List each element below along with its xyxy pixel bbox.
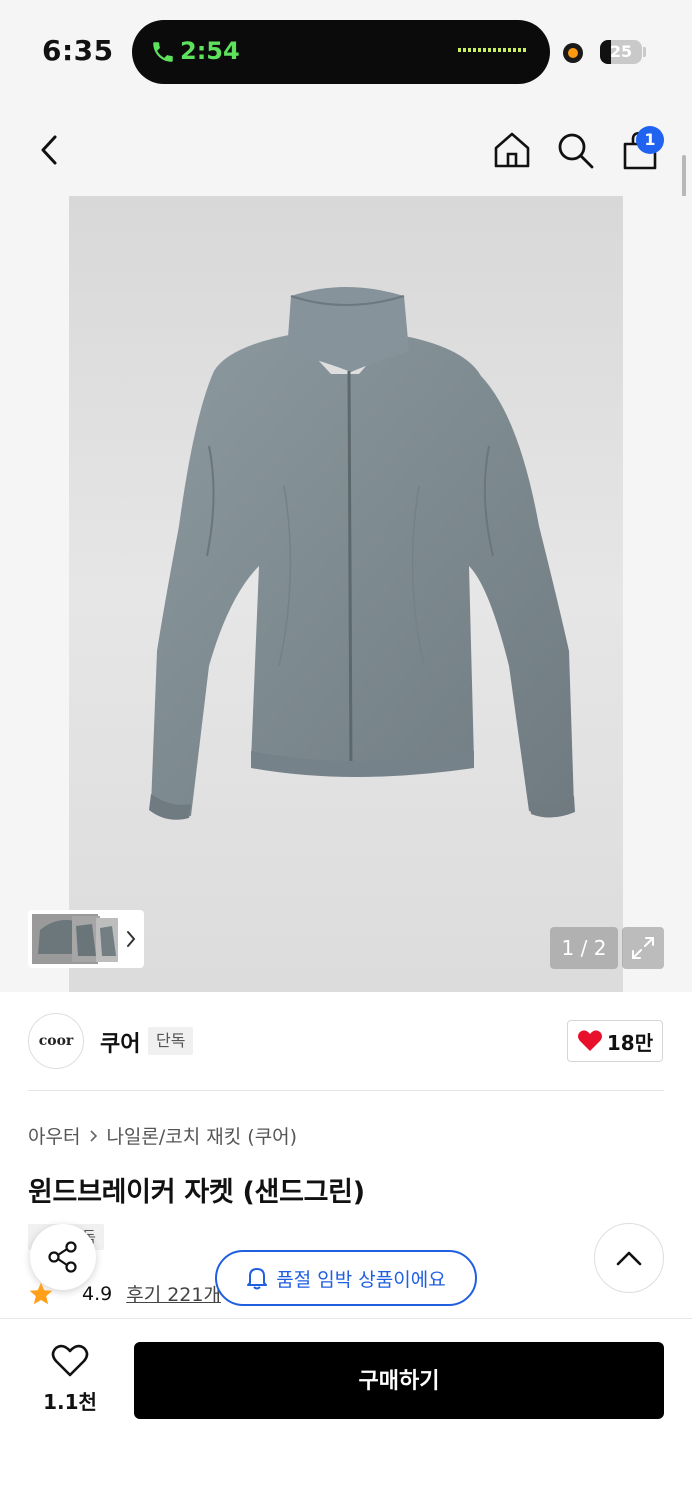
bell-icon (247, 1268, 268, 1290)
brand-name[interactable]: 쿠어 (100, 1026, 140, 1058)
product-title: 윈드브레이커 자켓 (샌드그린) (28, 1177, 365, 1208)
brand-like-button[interactable]: 18만 (567, 1020, 663, 1062)
home-button[interactable] (490, 128, 534, 172)
thumbnail-strip[interactable] (28, 910, 144, 968)
buy-button[interactable]: 구매하기 (134, 1342, 664, 1419)
heart-outline-icon (51, 1344, 89, 1377)
battery-icon: 25 (600, 40, 642, 64)
brand-logo[interactable]: coor (28, 1013, 84, 1069)
divider (28, 1090, 664, 1091)
chevron-up-icon (616, 1251, 642, 1266)
rating-value: 4.9 (82, 1282, 113, 1305)
breadcrumb-category[interactable]: 아우터 (28, 1122, 80, 1149)
thumbnail-images (32, 914, 136, 964)
exclusive-tag: 단독 (148, 1027, 194, 1055)
image-pager: 1 / 2 (550, 927, 618, 969)
jacket-image (149, 287, 575, 820)
privacy-indicator-icon (563, 43, 583, 63)
chevron-right-icon (90, 1129, 98, 1142)
back-button[interactable] (28, 128, 72, 172)
heart-filled-icon (577, 1030, 602, 1051)
wishlist-count: 1.1천 (43, 1390, 97, 1414)
battery-tip (643, 47, 646, 57)
cart-count-badge: 1 (636, 126, 664, 154)
chevron-right-icon (127, 931, 136, 947)
expand-icon (632, 937, 654, 959)
product-photo[interactable] (69, 196, 623, 992)
star-icon (29, 1282, 53, 1304)
status-time: 6:35 (42, 34, 114, 67)
review-link[interactable]: 후기 221개 (126, 1280, 221, 1307)
search-button[interactable] (553, 128, 597, 172)
soldout-notice[interactable]: 품절 임박 상품이에요 (215, 1250, 477, 1306)
share-icon (48, 1241, 77, 1273)
brand-like-count: 18만 (606, 1030, 654, 1055)
phone-call-icon (153, 42, 173, 62)
breadcrumb-subcategory[interactable]: 나일론/코치 재킷 (쿠어) (106, 1122, 297, 1149)
battery-level: 25 (609, 42, 633, 61)
call-duration: 2:54 (180, 37, 240, 65)
audio-wave-icon (458, 48, 526, 52)
rating-row: 4.9 후기 221개 (28, 1280, 221, 1307)
scroll-to-top-button[interactable] (594, 1223, 664, 1293)
search-icon (558, 133, 594, 169)
breadcrumb: 아우터 나일론/코치 재킷 (쿠어) (28, 1122, 297, 1149)
home-icon (494, 132, 530, 168)
wishlist-button[interactable]: 1.1천 (36, 1344, 104, 1415)
expand-button[interactable] (622, 927, 664, 969)
chevron-left-icon (41, 135, 57, 165)
soldout-notice-text: 품절 임박 상품이에요 (276, 1268, 446, 1291)
